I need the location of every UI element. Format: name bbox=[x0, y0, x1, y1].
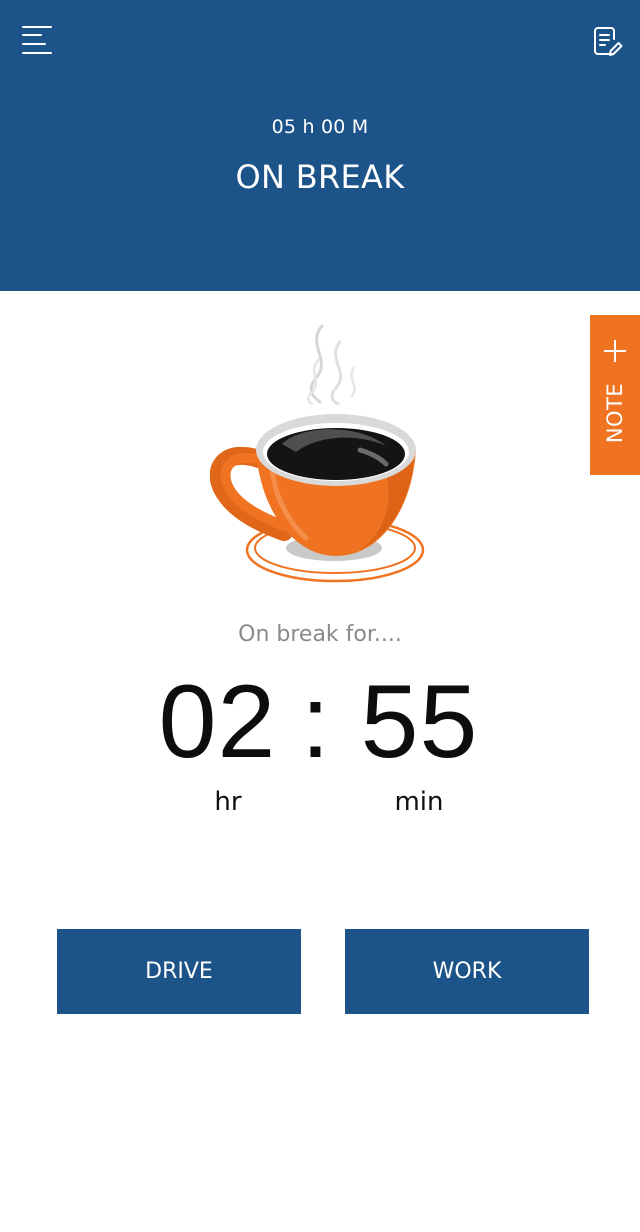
drive-button[interactable]: DRIVE bbox=[57, 929, 301, 1014]
total-elapsed-time: 05 h 00 M bbox=[271, 116, 369, 138]
status-header: 05 h 00 M ON BREAK bbox=[0, 0, 640, 291]
break-minutes-value: 55 bbox=[360, 664, 479, 780]
coffee-cup-icon bbox=[209, 320, 430, 590]
add-note-tab[interactable]: NOTE bbox=[590, 315, 640, 475]
duty-status-title: ON BREAK bbox=[235, 158, 405, 196]
hamburger-menu-icon[interactable] bbox=[22, 26, 52, 54]
work-button[interactable]: WORK bbox=[345, 929, 589, 1014]
plus-icon bbox=[603, 339, 627, 363]
note-tab-label: NOTE bbox=[603, 382, 627, 444]
document-edit-icon[interactable] bbox=[593, 26, 623, 58]
time-separator: : bbox=[301, 664, 331, 780]
break-duration-label: On break for.... bbox=[238, 622, 402, 647]
minutes-unit-label: min bbox=[394, 787, 444, 817]
hours-unit-label: hr bbox=[214, 787, 242, 817]
break-hours-value: 02 bbox=[158, 664, 277, 780]
